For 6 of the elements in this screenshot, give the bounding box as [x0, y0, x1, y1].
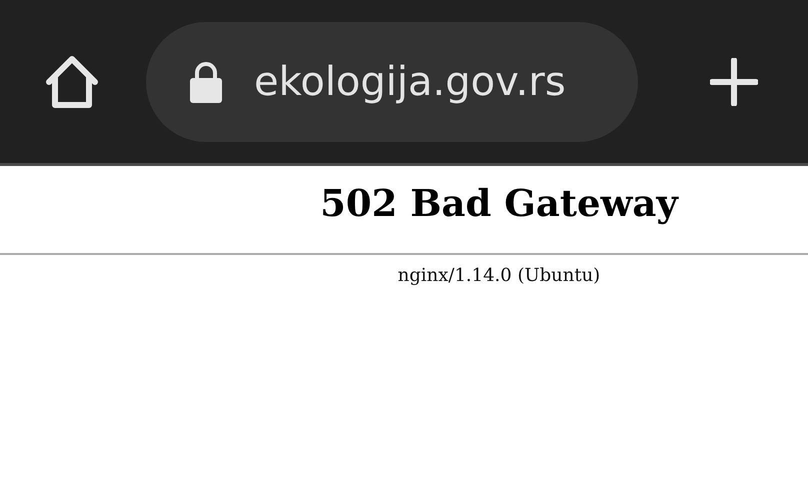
- error-heading: 502 Bad Gateway: [319, 180, 680, 227]
- plus-icon[interactable]: [710, 58, 758, 106]
- home-icon[interactable]: [44, 54, 100, 110]
- server-version-text: nginx/1.14.0 (Ubuntu): [396, 265, 602, 286]
- url-text: ekologija.gov.rs: [254, 58, 566, 104]
- address-bar[interactable]: ekologija.gov.rs: [146, 22, 638, 142]
